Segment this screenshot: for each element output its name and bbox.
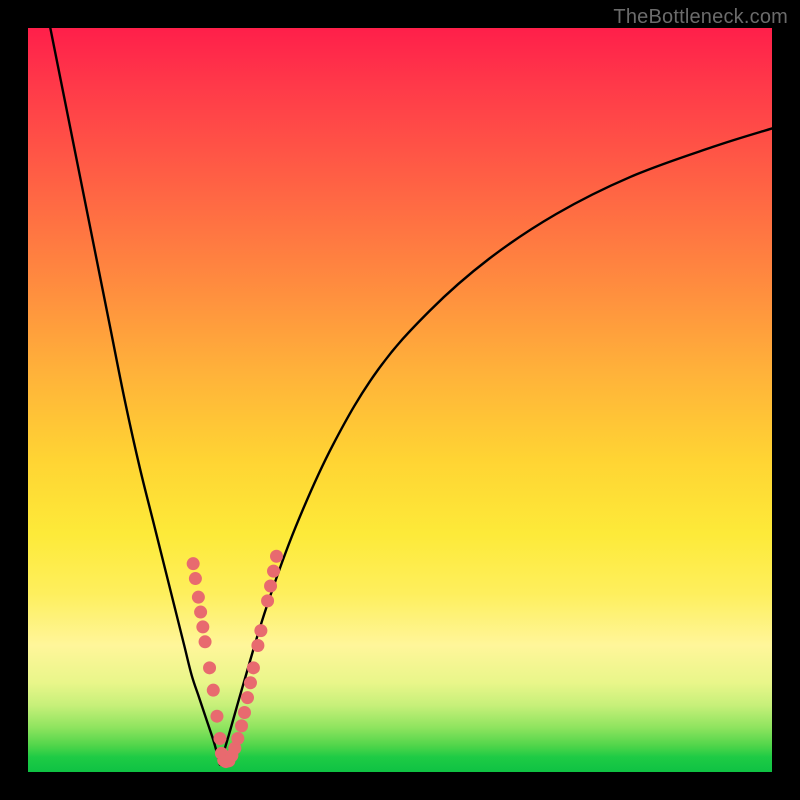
data-marker — [213, 732, 226, 745]
data-marker — [196, 620, 209, 633]
data-marker — [235, 719, 248, 732]
data-marker — [189, 572, 202, 585]
data-marker — [194, 606, 207, 619]
watermark-text: TheBottleneck.com — [613, 6, 788, 29]
curve-left-branch — [50, 28, 220, 765]
data-marker — [267, 565, 280, 578]
data-marker — [247, 661, 260, 674]
data-marker — [199, 635, 212, 648]
data-marker — [261, 594, 274, 607]
data-marker — [241, 691, 254, 704]
curve-right-branch — [220, 128, 772, 764]
data-marker — [210, 710, 223, 723]
data-marker — [251, 639, 264, 652]
data-marker — [192, 591, 205, 604]
data-marker — [231, 732, 244, 745]
data-marker — [187, 557, 200, 570]
data-marker — [203, 661, 216, 674]
curve-layer — [28, 28, 772, 772]
data-marker — [207, 684, 220, 697]
data-marker — [238, 706, 251, 719]
plot-area — [28, 28, 772, 772]
data-marker — [270, 550, 283, 563]
curve-markers — [187, 550, 283, 768]
data-marker — [264, 580, 277, 593]
data-marker — [254, 624, 267, 637]
outer-frame: TheBottleneck.com — [0, 0, 800, 800]
data-marker — [244, 676, 257, 689]
